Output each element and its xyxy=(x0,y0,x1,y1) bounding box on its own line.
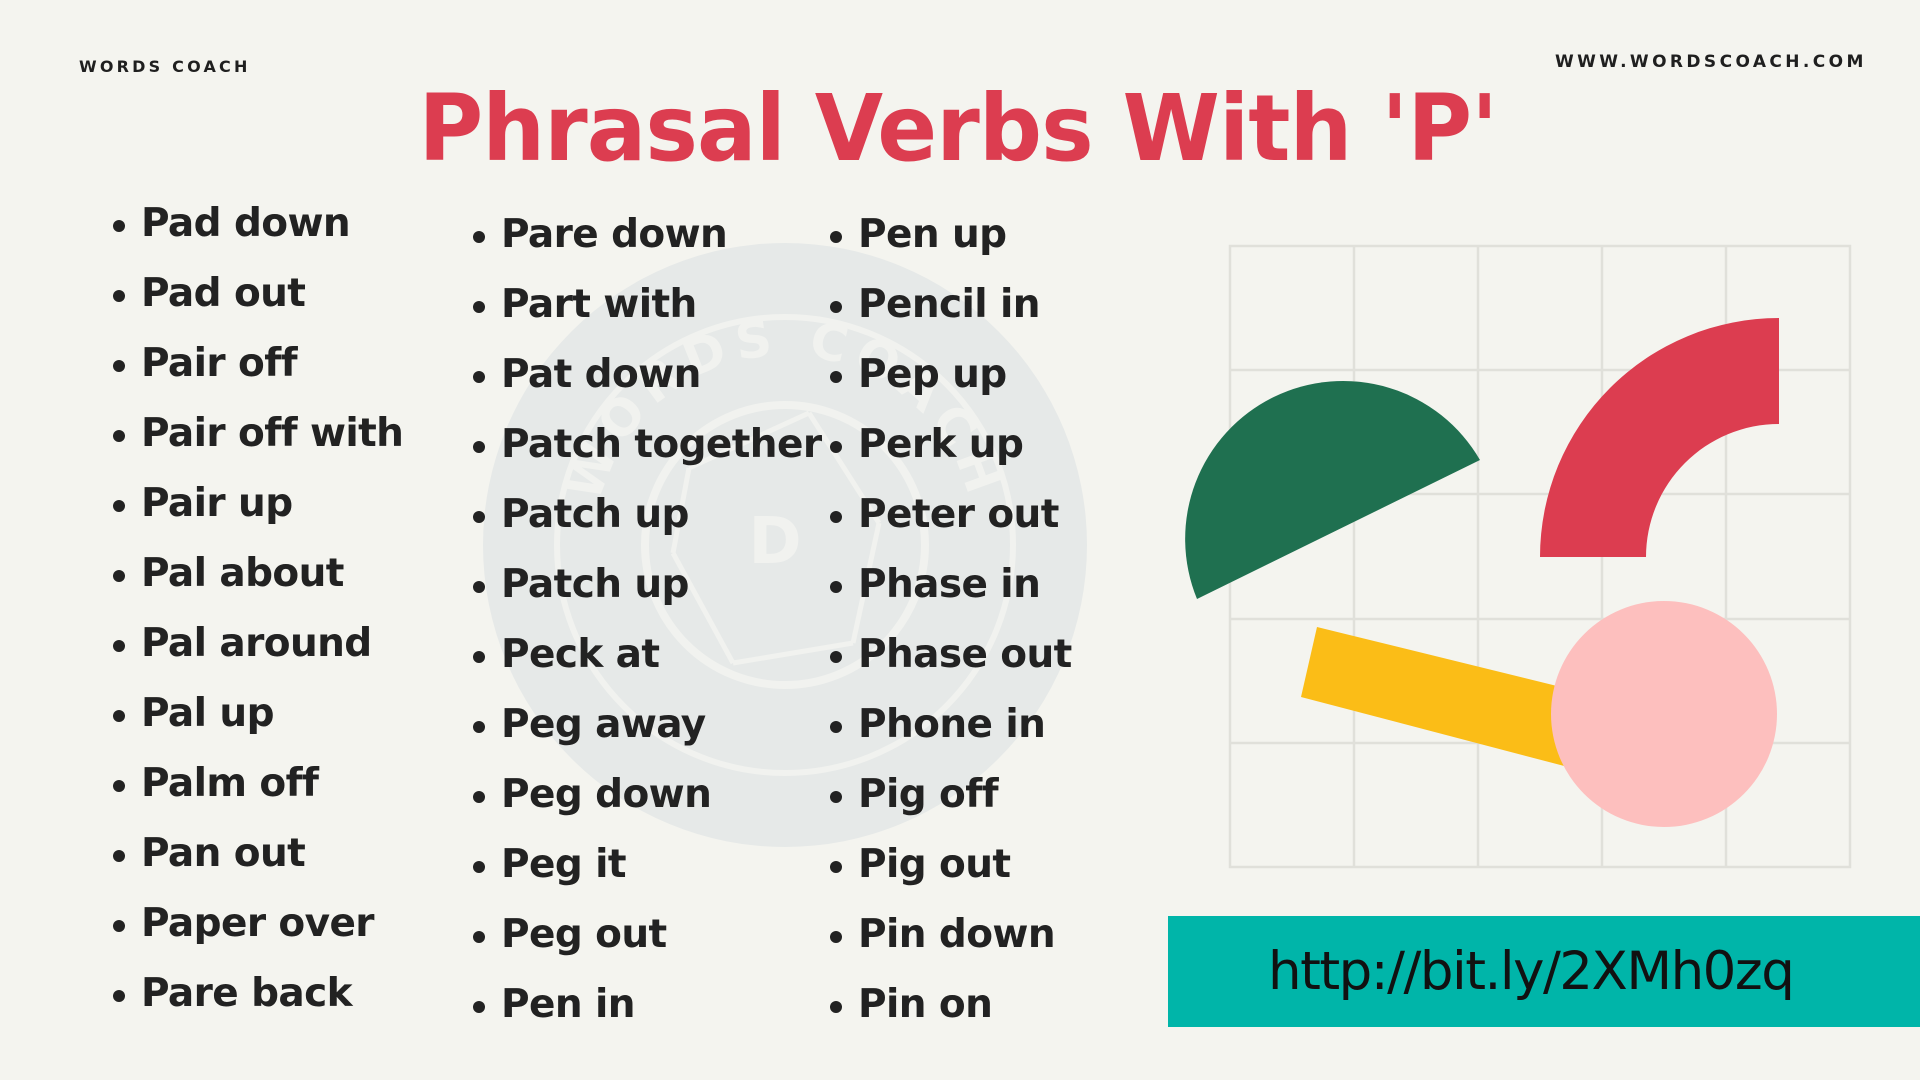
phrase-label: Pad out xyxy=(141,271,306,316)
phrase-label: Pen up xyxy=(858,212,1007,257)
bullet-icon xyxy=(473,721,485,733)
phrase-label: Pig off xyxy=(858,772,999,817)
phrase-label: Patch up xyxy=(501,492,689,537)
bullet-icon xyxy=(830,581,842,593)
phrase-label: Peter out xyxy=(858,492,1059,537)
phrase-label: Paper over xyxy=(141,901,375,946)
phrase-label: Pair up xyxy=(141,481,293,526)
bullet-icon xyxy=(473,371,485,383)
bullet-icon xyxy=(830,231,842,243)
bullet-icon xyxy=(473,231,485,243)
bullet-icon xyxy=(830,511,842,523)
page-title: Phrasal Verbs With 'P' xyxy=(0,74,1920,184)
bullet-icon xyxy=(473,301,485,313)
bullet-icon xyxy=(830,791,842,803)
phrase-label: Palm off xyxy=(141,761,319,806)
bullet-icon xyxy=(473,861,485,873)
bullet-icon xyxy=(830,301,842,313)
phrase-label: Pencil in xyxy=(858,282,1041,327)
bullet-icon xyxy=(830,651,842,663)
watermark-monogram: D xyxy=(748,505,801,579)
phrase-label: Pal about xyxy=(141,551,344,596)
phrase-label: Pen in xyxy=(501,982,636,1027)
phrase-label: Peg down xyxy=(501,772,712,817)
phrase-label: Pat down xyxy=(501,352,701,397)
phrase-label: Peck at xyxy=(501,632,660,677)
bullet-icon xyxy=(473,931,485,943)
bullet-icon xyxy=(830,371,842,383)
bullet-icon xyxy=(113,290,125,302)
phrase-label: Perk up xyxy=(858,422,1024,467)
phrase-label: Pair off with xyxy=(141,411,404,456)
red-quarter-arc xyxy=(1540,318,1779,557)
phrase-label: Pan out xyxy=(141,831,306,876)
phrase-label: Pare down xyxy=(501,212,728,257)
bullet-icon xyxy=(473,791,485,803)
phrase-label: Patch together xyxy=(501,422,822,467)
bullet-icon xyxy=(113,990,125,1002)
phrase-label: Pal around xyxy=(141,621,372,666)
phrase-label: Pair off xyxy=(141,341,298,386)
bullet-icon xyxy=(113,920,125,932)
bullet-icon xyxy=(830,721,842,733)
website-link[interactable]: WWW.WORDSCOACH.COM xyxy=(1555,52,1867,72)
bullet-icon xyxy=(113,220,125,232)
phrase-label: Pare back xyxy=(141,971,353,1016)
bullet-icon xyxy=(830,1001,842,1013)
bullet-icon xyxy=(113,850,125,862)
short-link-banner[interactable]: http://bit.ly/2XMh0zq xyxy=(1168,916,1920,1027)
phrase-label: Peg it xyxy=(501,842,627,887)
bullet-icon xyxy=(830,931,842,943)
bullet-icon xyxy=(113,710,125,722)
bullet-icon xyxy=(113,430,125,442)
phrase-label: Peg out xyxy=(501,912,667,957)
phrase-label: Pal up xyxy=(141,691,274,736)
bullet-icon xyxy=(113,360,125,372)
bullet-icon xyxy=(473,511,485,523)
bullet-icon xyxy=(830,441,842,453)
bullet-icon xyxy=(113,570,125,582)
bullet-icon xyxy=(473,441,485,453)
bullet-icon xyxy=(113,640,125,652)
bullet-icon xyxy=(473,581,485,593)
page-title-text: Phrasal Verbs With 'P' xyxy=(418,75,1499,182)
short-link[interactable]: http://bit.ly/2XMh0zq xyxy=(1268,916,1795,1027)
decorative-shapes xyxy=(1185,244,1852,869)
phrase-label: Pep up xyxy=(858,352,1007,397)
phrase-label: Pin on xyxy=(858,982,993,1027)
phrase-label: Phone in xyxy=(858,702,1046,747)
phrase-label: Phase out xyxy=(858,632,1072,677)
phrase-label: Pad down xyxy=(141,201,351,246)
phrase-label: Peg away xyxy=(501,702,706,747)
phrase-label: Part with xyxy=(501,282,697,327)
bullet-icon xyxy=(113,780,125,792)
bullet-icon xyxy=(473,1001,485,1013)
phrase-label: Phase in xyxy=(858,562,1041,607)
phrase-label: Patch up xyxy=(501,562,689,607)
bullet-icon xyxy=(830,861,842,873)
phrase-label: Pin down xyxy=(858,912,1056,957)
bullet-icon xyxy=(473,651,485,663)
pink-circle xyxy=(1551,601,1777,827)
bullet-icon xyxy=(113,500,125,512)
phrase-label: Pig out xyxy=(858,842,1011,887)
